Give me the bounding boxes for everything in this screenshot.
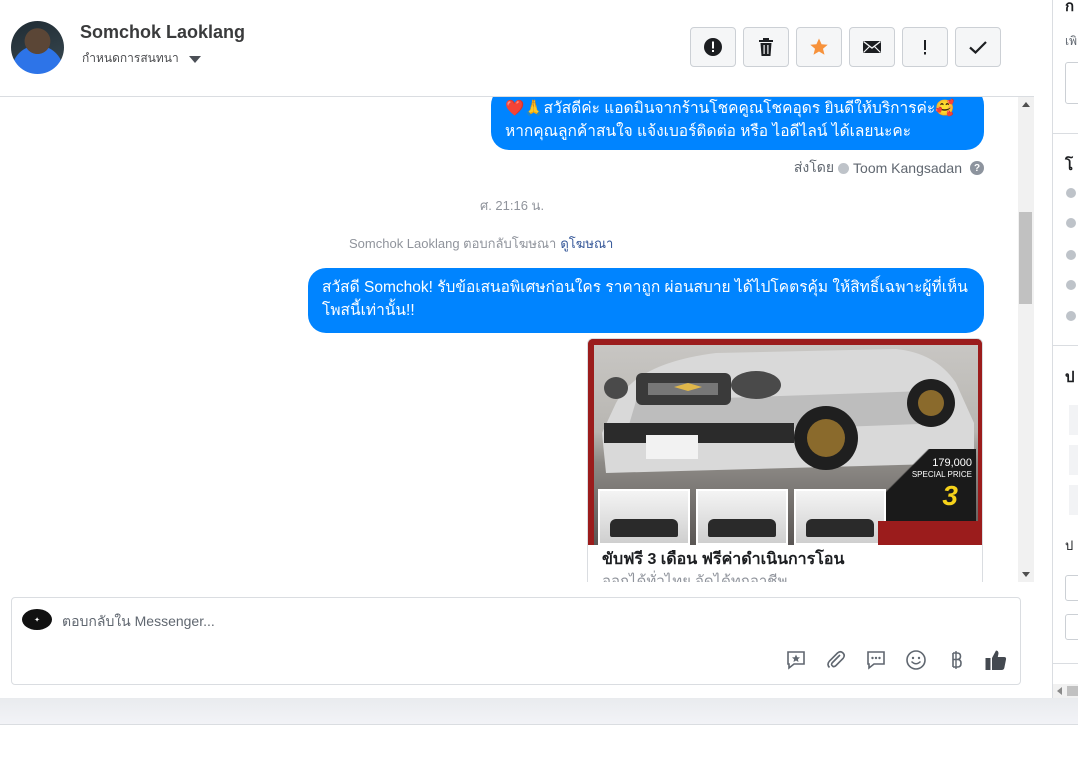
chat-bubble-icon: [867, 651, 885, 670]
saved-reply-icon: [787, 651, 805, 670]
side-panel-subtext: ป: [1065, 538, 1074, 553]
graduation-cap-icon: [1066, 250, 1076, 260]
side-panel-item[interactable]: [1069, 445, 1078, 475]
star-icon: [810, 38, 828, 55]
assign-conversation-dropdown[interactable]: กำหนดการสนทนา: [82, 49, 201, 68]
verified-icon: [838, 162, 850, 174]
payment-button[interactable]: [944, 648, 968, 672]
contact-side-panel: ก เพิ โ ป ป: [1052, 0, 1078, 698]
saved-reply-button[interactable]: [784, 648, 808, 672]
follow-up-button[interactable]: [902, 27, 948, 67]
sent-by-label: ส่งโดย: [793, 159, 835, 175]
exclamation-icon: [924, 40, 926, 55]
like-button[interactable]: [984, 648, 1008, 672]
quick-reply-button[interactable]: [864, 648, 888, 672]
side-panel-header: โ: [1065, 157, 1074, 174]
emoji-button[interactable]: [904, 648, 928, 672]
checkmark-icon: [969, 41, 987, 55]
side-panel-field[interactable]: [1065, 614, 1078, 640]
composer-actions: [784, 648, 1008, 672]
message-timestamp: ศ. 21:16 น.: [479, 198, 545, 213]
messenger-app: Somchok Laoklang กำหนดการสนทนา ❤️🙏สวัสดี…: [0, 0, 1078, 769]
side-panel-header: ก: [1065, 0, 1075, 15]
location-pin-icon: [1066, 311, 1076, 321]
ad-frame: [588, 339, 982, 545]
scroll-up-arrow-icon[interactable]: [1022, 102, 1030, 107]
outgoing-message-bubble: สวัสดี Somchok! รับข้อเสนอพิเศษก่อนใคร ร…: [308, 268, 984, 333]
assign-conversation-label: กำหนดการสนทนา: [82, 51, 179, 65]
ad-subtitle: ออกได้ทั่วไทย จัดได้ทุกอาชีพ: [602, 573, 788, 582]
location-pin-icon: [1066, 280, 1076, 290]
delete-button[interactable]: [743, 27, 789, 67]
help-icon[interactable]: ?: [970, 161, 984, 175]
ad-card[interactable]: 179,000 SPECIAL PRICE 3 ขับฟรี 3 เดือน ฟ…: [587, 338, 983, 582]
scroll-down-arrow-icon[interactable]: [1022, 572, 1030, 577]
mark-unread-button[interactable]: [849, 27, 895, 67]
briefcase-icon: [1066, 218, 1076, 228]
sender-name: Toom Kangsadan: [853, 160, 962, 176]
scroll-thumb[interactable]: [1019, 212, 1032, 304]
message-scrollbar[interactable]: [1018, 97, 1034, 582]
outgoing-message-bubble: ❤️🙏สวัสดีค่ะ แอดมินจากร้านโชคคูณโชคอุดร …: [491, 97, 984, 150]
ad-reply-text: Somchok Laoklang ตอบกลับโฆษณา: [349, 236, 557, 251]
view-ad-link[interactable]: ดูโฆษณา: [560, 236, 613, 251]
scroll-thumb[interactable]: [1067, 686, 1078, 696]
mark-done-button[interactable]: [955, 27, 1001, 67]
caret-down-icon: [188, 55, 201, 63]
envelope-icon: [863, 40, 881, 53]
attach-button[interactable]: [824, 648, 848, 672]
message-list[interactable]: ❤️🙏สวัสดีค่ะ แอดมินจากร้านโชคคูณโชคอุดร …: [0, 97, 1018, 582]
trash-icon: [759, 38, 773, 56]
reply-composer: ✦: [11, 597, 1021, 685]
reply-input[interactable]: [62, 610, 762, 632]
divider: [1053, 133, 1078, 134]
divider: [1053, 345, 1078, 346]
chat-header: Somchok Laoklang กำหนดการสนทนา: [0, 0, 1034, 97]
scroll-left-arrow-icon[interactable]: [1057, 687, 1062, 695]
side-panel-field[interactable]: [1065, 575, 1078, 601]
chat-panel: Somchok Laoklang กำหนดการสนทนา ❤️🙏สวัสดี…: [0, 0, 1034, 698]
conversation-toolbar: [690, 27, 1001, 67]
emoji-icon: [906, 650, 926, 670]
ad-image[interactable]: 179,000 SPECIAL PRICE 3: [588, 339, 982, 545]
baht-icon: [952, 651, 962, 669]
attachment-icon: [827, 650, 846, 669]
side-panel-header: ป: [1065, 369, 1075, 386]
avatar[interactable]: [11, 21, 64, 74]
spam-button[interactable]: [690, 27, 736, 67]
thumbs-up-icon: [985, 650, 1007, 670]
side-panel-field[interactable]: [1065, 62, 1078, 104]
clock-icon: [1066, 188, 1076, 198]
divider: [1053, 663, 1078, 664]
star-button[interactable]: [796, 27, 842, 67]
ad-reply-note: Somchok Laoklang ตอบกลับโฆษณา ดูโฆษณา: [349, 233, 613, 254]
side-panel-scrollbar[interactable]: [1053, 684, 1078, 698]
page-footer-band: [0, 698, 1078, 725]
side-panel-item[interactable]: [1069, 485, 1078, 515]
side-panel-subtext: เพิ: [1065, 34, 1078, 48]
side-panel-item[interactable]: [1069, 405, 1078, 435]
page-avatar: ✦: [22, 609, 52, 630]
contact-name[interactable]: Somchok Laoklang: [80, 22, 245, 43]
alert-circle-icon: [704, 38, 722, 56]
sent-by-info: ส่งโดย Toom Kangsadan ?: [794, 157, 984, 179]
